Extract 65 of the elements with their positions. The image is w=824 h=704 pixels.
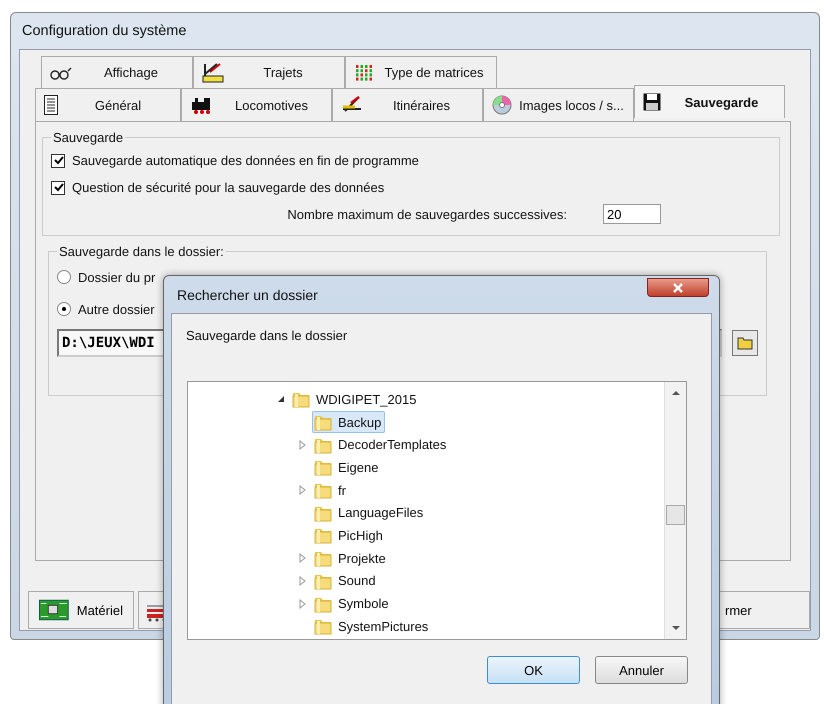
folder-icon: [737, 336, 753, 350]
tree-item[interactable]: PicHigh: [312, 524, 387, 546]
checkbox[interactable]: [51, 180, 65, 194]
tab[interactable]: Itinéraires: [332, 88, 483, 121]
radio-button[interactable]: [57, 302, 71, 316]
button[interactable]: OK: [487, 656, 580, 684]
radio-label: Dossier du pr: [78, 270, 156, 284]
expand-arrow-icon[interactable]: [298, 485, 308, 496]
scrollbar-thumb[interactable]: [666, 505, 685, 525]
tree-item[interactable]: SystemPictures: [312, 615, 432, 638]
checkbox[interactable]: [51, 154, 65, 168]
folder-icon: [314, 617, 332, 636]
radio-label: Autre dossier: [78, 302, 155, 316]
folder-icon: [314, 481, 332, 500]
circuit-board-icon: [39, 599, 69, 621]
document-icon: [44, 95, 58, 115]
browse-button[interactable]: [732, 330, 758, 356]
tree-item[interactable]: Projekte: [312, 547, 390, 570]
expand-arrow-icon[interactable]: [298, 576, 308, 586]
matrix-icon: [354, 64, 374, 82]
disc-icon: [492, 95, 512, 115]
folder-icon: [292, 390, 310, 408]
button[interactable]: Annuler: [595, 656, 688, 684]
tree-item[interactable]: LanguageFiles: [312, 502, 428, 524]
floppy-icon: [643, 93, 661, 111]
folder-icon: [314, 526, 332, 544]
track-icon: [202, 62, 224, 84]
close-button[interactable]: [647, 278, 709, 297]
group-title: Sauvegarde dans le dossier:: [58, 244, 225, 259]
tree-item[interactable]: fr: [312, 479, 350, 502]
tree-item[interactable]: Backup: [312, 411, 386, 434]
dialog-title: Rechercher un dossier: [177, 286, 318, 302]
radio-button[interactable]: [57, 270, 71, 284]
field-label: Nombre maximum de sauvegardes successives:: [287, 206, 567, 222]
folder-icon: [314, 549, 332, 568]
tab[interactable]: Images locos / s...: [483, 88, 634, 121]
tab[interactable]: Général: [35, 88, 181, 121]
checkbox-label: Question de sécurité pour la sauvegarde des données: [72, 180, 384, 195]
expand-arrow-icon[interactable]: [298, 440, 308, 450]
button[interactable]: Matériel: [28, 591, 134, 629]
glasses-icon: [50, 66, 72, 80]
number-field[interactable]: 20: [603, 204, 661, 224]
group-title: Sauvegarde: [52, 130, 124, 145]
close-icon: [672, 282, 684, 292]
folder-icon: [314, 458, 332, 476]
expand-arrow-icon[interactable]: [298, 598, 308, 609]
window-title: Configuration du système: [22, 23, 186, 39]
tree-item[interactable]: Sound: [312, 570, 380, 592]
tree-item[interactable]: WDIGIPET_2015: [290, 388, 420, 410]
tab[interactable]: Trajets: [193, 56, 345, 88]
tab[interactable]: Type de matrices: [345, 56, 497, 88]
scrollbar[interactable]: [664, 382, 686, 639]
scroll-up-icon[interactable]: [672, 390, 680, 395]
tree-item[interactable]: Eigene: [312, 456, 382, 478]
checkbox-label: Sauvegarde automatique des données en fin de programme: [72, 153, 419, 168]
expand-arrow-icon[interactable]: [298, 553, 308, 564]
scroll-down-icon[interactable]: [672, 626, 680, 631]
tree-item[interactable]: Symbole: [312, 592, 393, 615]
tab[interactable]: Sauvegarde: [634, 85, 785, 118]
tab[interactable]: Affichage: [41, 56, 193, 88]
collapse-arrow-icon[interactable]: [276, 395, 286, 404]
tab[interactable]: Locomotives: [181, 88, 332, 121]
dialog-prompt: Sauvegarde dans le dossier: [186, 328, 348, 345]
tree-item[interactable]: DecoderTemplates: [312, 434, 450, 456]
folder-icon: [314, 413, 332, 432]
